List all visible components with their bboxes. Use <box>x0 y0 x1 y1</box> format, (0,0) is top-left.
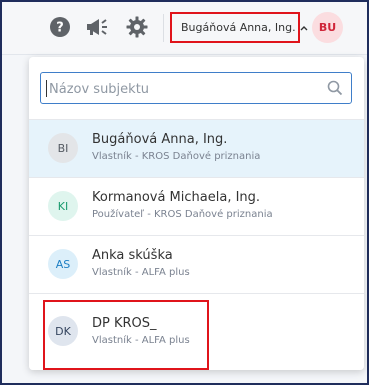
subject-name: DP KROS_ <box>92 316 157 331</box>
search-input[interactable] <box>49 79 319 99</box>
subject-role: Používateľ - KROS Daňové priznania <box>92 209 273 220</box>
subject-name: Bugáňová Anna, Ing. <box>92 132 228 147</box>
list-item[interactable]: DK DP KROS_ Vlastník - ALFA plus <box>29 293 364 370</box>
list-item[interactable]: AS Anka skúška Vlastník - ALFA plus <box>29 235 364 293</box>
chevron-up-icon <box>300 25 308 31</box>
gear-icon[interactable] <box>125 15 149 39</box>
avatar: DK <box>48 316 78 346</box>
user-menu-button[interactable]: Bugáňová Anna, Ing. <box>170 12 308 43</box>
app-window: ? Bugáňová Anna, Ing. BU Názov subjektu … <box>0 0 369 385</box>
subject-role: Vlastník - ALFA plus <box>92 335 190 346</box>
subject-role: Vlastník - ALFA plus <box>92 267 190 278</box>
avatar: BI <box>48 133 78 163</box>
subject-name: Kormanová Michaela, Ing. <box>92 190 261 205</box>
text-caret <box>46 80 47 97</box>
subject-list: BI Bugáňová Anna, Ing. Vlastník - KROS D… <box>29 119 364 370</box>
avatar: KI <box>48 191 78 221</box>
user-name-label: Bugáňová Anna, Ing. <box>181 21 296 34</box>
search-icon[interactable] <box>327 80 343 96</box>
toolbar-divider <box>163 14 164 42</box>
avatar: AS <box>48 249 78 279</box>
subject-name: Anka skúška <box>92 248 173 263</box>
avatar[interactable]: BU <box>312 12 343 43</box>
megaphone-icon[interactable] <box>84 15 110 39</box>
top-bar: ? Bugáňová Anna, Ing. BU <box>2 2 367 55</box>
svg-text:?: ? <box>56 21 64 36</box>
subject-role: Vlastník - KROS Daňové priznania <box>92 151 261 162</box>
subject-dropdown: BI Bugáňová Anna, Ing. Vlastník - KROS D… <box>29 57 364 370</box>
list-item[interactable]: BI Bugáňová Anna, Ing. Vlastník - KROS D… <box>29 119 364 177</box>
search-field[interactable] <box>40 72 352 104</box>
help-icon[interactable]: ? <box>49 16 71 38</box>
list-item[interactable]: KI Kormanová Michaela, Ing. Používateľ -… <box>29 177 364 235</box>
